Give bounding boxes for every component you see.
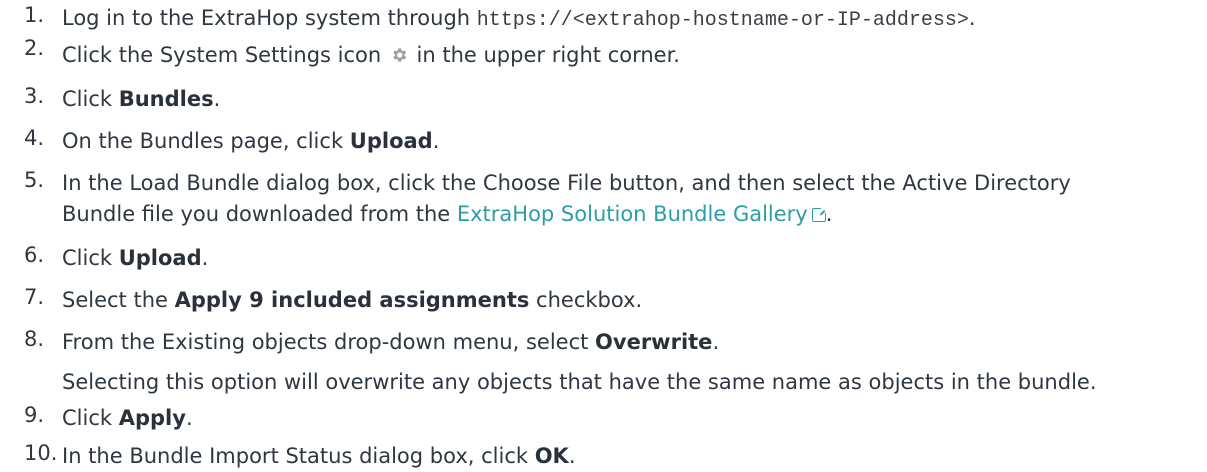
external-link-icon xyxy=(811,206,828,222)
gear-icon xyxy=(390,42,408,73)
step-number: 10. xyxy=(24,441,58,465)
ui-term: Upload xyxy=(118,246,202,270)
step-text-part: Click xyxy=(62,246,119,270)
step-text-part: . xyxy=(568,444,576,468)
step-number: 1. xyxy=(24,3,45,27)
step-text: Click the System Settings icon in the up… xyxy=(62,40,680,73)
step-text-part: . xyxy=(185,406,193,430)
step-number: 9. xyxy=(24,403,45,427)
ui-term: Overwrite xyxy=(595,330,713,354)
step-text-part: In the Bundle Import Status dialog box, … xyxy=(62,444,535,468)
step-text-part: In the Load Bundle dialog box, click the… xyxy=(62,171,1071,195)
step-number: 5. xyxy=(24,168,45,192)
step-number: 6. xyxy=(24,243,45,267)
ui-term: Apply xyxy=(118,406,186,430)
step-text-part: . xyxy=(201,246,209,270)
step-text: Click Upload. xyxy=(62,243,208,274)
bundle-gallery-link[interactable]: ExtraHop Solution Bundle Gallery xyxy=(456,202,828,226)
step-number: 2. xyxy=(24,36,45,60)
step-text-part: From the Existing objects drop-down menu… xyxy=(62,330,596,354)
ui-term: Upload xyxy=(349,129,433,153)
step-text-part: . xyxy=(213,87,221,111)
step-text-part: On the Bundles page, click xyxy=(62,129,350,153)
step-text-part: checkbox. xyxy=(529,288,643,312)
step-text-part: Click the System Settings icon xyxy=(62,43,388,67)
step-text-part: Bundle file you downloaded from the xyxy=(62,202,457,226)
step-text: Select the Apply 9 included assignments … xyxy=(62,285,642,316)
step-text-part: . xyxy=(712,330,720,354)
step-text: Click Bundles. xyxy=(62,84,220,115)
step-text-part: Select the xyxy=(62,288,175,312)
step-number: 8. xyxy=(24,327,45,351)
ui-term: Apply 9 included assignments xyxy=(174,288,530,312)
step-text: On the Bundles page, click Upload. xyxy=(62,126,439,157)
ui-term: Bundles xyxy=(118,87,214,111)
step-text: Log in to the ExtraHop system through ht… xyxy=(62,3,976,36)
step-text-part: . xyxy=(968,6,976,30)
step-text-part: Log in to the ExtraHop system through xyxy=(62,6,477,30)
step-text: In the Load Bundle dialog box, click the… xyxy=(62,168,1071,230)
step-text-part: Click xyxy=(62,406,119,430)
step-number: 7. xyxy=(24,285,45,309)
step-text-part: in the upper right corner. xyxy=(409,43,680,67)
step-text: In the Bundle Import Status dialog box, … xyxy=(62,441,576,472)
step-text: Click Apply. xyxy=(62,403,193,434)
step-8-note: Selecting this option will overwrite any… xyxy=(62,370,1097,394)
url-code: https://<extrahop-hostname-or-IP-address… xyxy=(476,9,969,32)
step-text-part: . xyxy=(432,129,440,153)
link-text: ExtraHop Solution Bundle Gallery xyxy=(456,202,808,226)
step-number: 4. xyxy=(24,126,45,150)
step-text-part: Click xyxy=(62,87,119,111)
ui-term: OK xyxy=(534,444,569,468)
step-number: 3. xyxy=(24,84,45,108)
step-text: From the Existing objects drop-down menu… xyxy=(62,327,719,358)
